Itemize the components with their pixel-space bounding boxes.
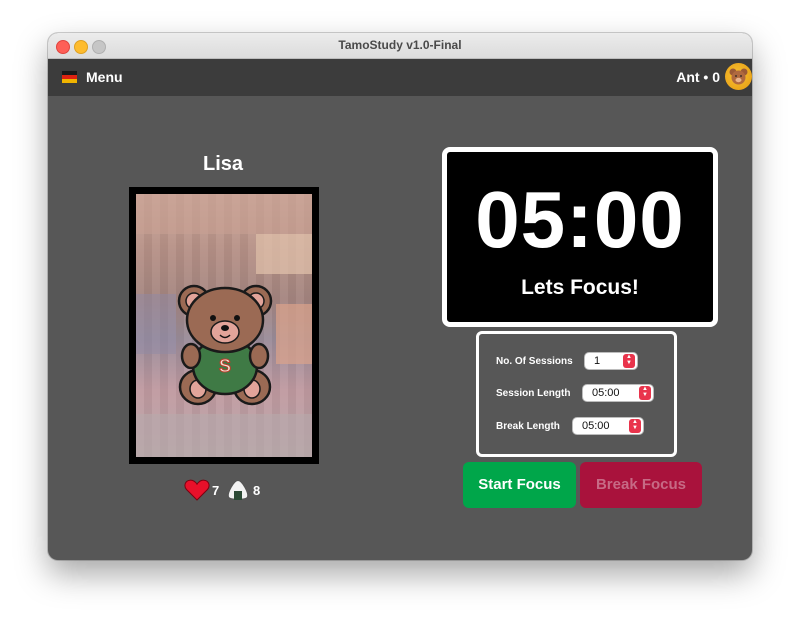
toolbar: Menu Ant • 0: [48, 59, 752, 96]
shirt-letter: S: [219, 356, 231, 376]
hunger-value: 8: [253, 483, 261, 498]
bear-pet-icon: S: [136, 194, 312, 457]
break-length-stepper[interactable]: 05:00 ▲ ▼: [573, 418, 643, 434]
session-length-label: Session Length: [496, 388, 571, 399]
heart-icon: [184, 479, 210, 506]
settings-panel: No. Of Sessions 1 ▲ ▼ Session Length 05:0…: [476, 331, 677, 457]
onigiri-icon: [226, 479, 250, 506]
stepper-arrows-icon[interactable]: ▲ ▼: [629, 419, 641, 433]
sessions-stepper[interactable]: 1 ▲ ▼: [585, 353, 637, 369]
pet-background: S: [136, 194, 312, 457]
bear-coin-icon: [725, 63, 752, 90]
timer-display: 05:00 Lets Focus!: [442, 147, 718, 327]
timer-status: Lets Focus!: [521, 276, 639, 299]
window-title: TamoStudy v1.0-Final: [338, 38, 462, 52]
menu-button[interactable]: Menu: [86, 69, 123, 85]
break-length-label: Break Length: [496, 421, 560, 432]
sessions-label: No. Of Sessions: [496, 356, 573, 367]
app-window: TamoStudy v1.0-Final Menu Ant • 0 Lisa S…: [48, 33, 752, 560]
break-length-value: 05:00: [582, 420, 610, 432]
pet-name: Lisa: [202, 153, 244, 175]
title-bar: TamoStudy v1.0-Final: [48, 33, 752, 59]
pet-frame: S: [129, 187, 319, 464]
sessions-value: 1: [594, 355, 601, 367]
happiness-value: 7: [212, 483, 220, 498]
session-length-value: 05:00: [592, 387, 620, 399]
session-length-stepper[interactable]: 05:00 ▲ ▼: [583, 385, 653, 401]
start-focus-button[interactable]: Start Focus: [463, 462, 576, 508]
flag-icon[interactable]: [62, 71, 77, 83]
user-coins-label: Ant • 0: [676, 69, 720, 85]
break-focus-button[interactable]: Break Focus: [580, 462, 702, 508]
stepper-arrows-icon[interactable]: ▲ ▼: [639, 386, 651, 400]
timer-value: 05:00: [475, 175, 685, 264]
stepper-arrows-icon[interactable]: ▲ ▼: [623, 354, 635, 368]
